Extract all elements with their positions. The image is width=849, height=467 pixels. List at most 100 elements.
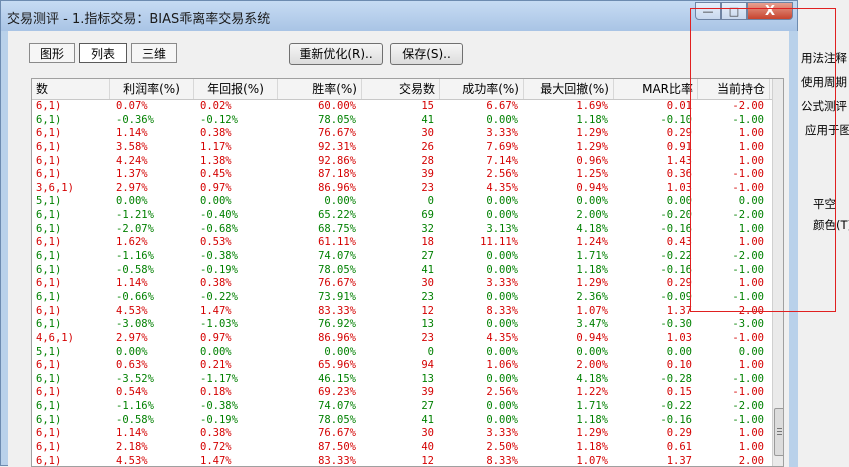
tab-graph[interactable]: 图形 [29, 43, 75, 63]
table-cell: -0.19% [200, 263, 238, 276]
table-cell: 26 [421, 140, 434, 153]
column-header[interactable]: MAR比率 [614, 79, 698, 99]
table-cell: -0.09 [660, 290, 692, 303]
table-row[interactable]: 6,1) 1.37% 0.45% 87.18% 39 2.56% 1.25% 0.36 -1.0… [32, 168, 772, 182]
column-header[interactable]: 胜率(%) [278, 79, 362, 99]
column-header[interactable]: 当前持仓 [698, 79, 770, 99]
table-cell: 76.67% [318, 127, 356, 140]
table-row[interactable]: 6,1) 1.14% 0.38% 76.67% 30 3.33% 1.29% 0.29 1.00 [32, 427, 772, 441]
table-cell: 78.05% [318, 413, 356, 426]
table-cell: 83.33% [318, 454, 356, 467]
table-row[interactable]: 6,1) 0.07% 0.02% 60.00% 15 6.67% 1.69% 0.01 -2.0… [32, 100, 772, 114]
table-row[interactable]: 6,1) 1.14% 0.38% 76.67% 30 3.33% 1.29% 0.29 1.00 [32, 277, 772, 291]
background-menu-item[interactable]: 平空 [813, 193, 849, 215]
table-cell: 0.00% [486, 113, 518, 126]
table-cell: 0.96% [576, 154, 608, 167]
table-cell: 61.11% [318, 236, 356, 249]
table-cell: 4.18% [576, 222, 608, 235]
column-header[interactable]: 年回报(%) [194, 79, 278, 99]
table-cell: 6,1) [36, 386, 62, 399]
table-cell: 6,1) [36, 277, 62, 290]
trade-evaluation-window: 交易测评 - 1.指标交易：BIAS乖离率交易系统 — □ X 图形 列表 三维… [0, 0, 798, 467]
table-body: 6,1) 0.07% 0.02% 60.00% 15 6.67% 1.69% 0.01 -2.0… [32, 100, 772, 467]
table-row[interactable]: 6,1) -1.21% -0.40% 65.22% 69 0.00% 2.00% -0.20 -… [32, 209, 772, 223]
title-bar[interactable]: 交易测评 - 1.指标交易：BIAS乖离率交易系统 — □ X [1, 1, 797, 31]
table-cell: 0.00% [486, 195, 518, 208]
table-cell: 15 [421, 100, 434, 112]
table-row[interactable]: 6,1) -0.36% -0.12% 78.05% 41 0.00% 1.18% -0.10 -… [32, 114, 772, 128]
table-row[interactable]: 6,1) 0.63% 0.21% 65.96% 94 1.06% 2.00% 0.10 1.00 [32, 359, 772, 373]
table-cell: 1.24% [576, 236, 608, 249]
table-row[interactable]: 4,6,1) 2.97% 0.97% 86.96% 23 4.35% 0.94% 1.03 -1… [32, 332, 772, 346]
table-cell: -0.68% [200, 222, 238, 235]
column-header[interactable]: 最大回撤(%) [524, 79, 614, 99]
tab-list[interactable]: 列表 [79, 43, 127, 63]
table-cell: 0.07% [116, 100, 148, 112]
table-cell: 1.18% [576, 263, 608, 276]
table-cell: -1.16% [116, 250, 154, 263]
minimize-button[interactable]: — [695, 2, 721, 20]
table-cell: -1.00 [732, 263, 764, 276]
table-cell: 2.56% [486, 168, 518, 181]
table-cell: 1.18% [576, 413, 608, 426]
table-row[interactable]: 6,1) -3.08% -1.03% 76.92% 13 0.00% 3.47% -0.30 -… [32, 318, 772, 332]
table-cell: 46.15% [318, 372, 356, 385]
vertical-scrollbar[interactable] [772, 79, 783, 466]
table-row[interactable]: 6,1) 4.24% 1.38% 92.86% 28 7.14% 0.96% 1.43 1.00 [32, 155, 772, 169]
table-row[interactable]: 6,1) -0.58% -0.19% 78.05% 41 0.00% 1.18% -0.16 -… [32, 264, 772, 278]
table-row[interactable]: 6,1) 4.53% 1.47% 83.33% 12 8.33% 1.07% 1.37 2.00 [32, 454, 772, 467]
table-cell: -0.40% [200, 209, 238, 222]
table-cell: 76.67% [318, 427, 356, 440]
table-cell: -0.36% [116, 113, 154, 126]
close-button[interactable]: X [747, 2, 793, 20]
table-cell: 3.13% [486, 222, 518, 235]
reoptimize-button[interactable]: 重新优化(R).. [289, 43, 383, 65]
table-row[interactable]: 5,1) 0.00% 0.00% 0.00% 0 0.00% 0.00% 0.00 0.00 [32, 346, 772, 360]
background-menu-item[interactable]: 用法注释 [801, 47, 849, 69]
table-cell: 0.10 [666, 359, 692, 372]
save-button[interactable]: 保存(S).. [390, 43, 463, 65]
table-cell: 0.00% [486, 372, 518, 385]
table-cell: 6,1) [36, 154, 62, 167]
background-menu-item[interactable]: 颜色(T) [813, 214, 849, 236]
column-header[interactable]: 数 [32, 79, 110, 99]
table-row[interactable]: 5,1) 0.00% 0.00% 0.00% 0 0.00% 0.00% 0.00 0.00 [32, 195, 772, 209]
column-header[interactable]: 利润率(%) [110, 79, 194, 99]
table-cell: 0 [427, 195, 434, 208]
maximize-button[interactable]: □ [721, 2, 747, 20]
table-cell: 0.94% [576, 331, 608, 344]
column-header[interactable]: 交易数 [362, 79, 440, 99]
table-row[interactable]: 6,1) -0.66% -0.22% 73.91% 23 0.00% 2.36% -0.09 -… [32, 291, 772, 305]
table-cell: -1.03% [200, 318, 238, 331]
background-menu-item[interactable]: 应用于图 [805, 119, 849, 141]
table-row[interactable]: 6,1) 4.53% 1.47% 83.33% 12 8.33% 1.07% 1.37 2.00 [32, 305, 772, 319]
table-row[interactable]: 6,1) -3.52% -1.17% 46.15% 13 0.00% 4.18% -0.28 -… [32, 373, 772, 387]
table-cell: 27 [421, 400, 434, 413]
table-row[interactable]: 3,6,1) 2.97% 0.97% 86.96% 23 4.35% 0.94% 1.03 -1… [32, 182, 772, 196]
table-cell: 18 [421, 236, 434, 249]
table-cell: 0.00 [666, 195, 692, 208]
table-cell: 0.00% [486, 263, 518, 276]
table-row[interactable]: 6,1) 0.54% 0.18% 69.23% 39 2.56% 1.22% 0.15 -1.0… [32, 386, 772, 400]
table-row[interactable]: 6,1) -1.16% -0.38% 74.07% 27 0.00% 1.71% -0.22 -… [32, 250, 772, 264]
scrollbar-thumb[interactable] [774, 408, 783, 456]
table-row[interactable]: 6,1) 2.18% 0.72% 87.50% 40 2.50% 1.18% 0.61 1.00 [32, 441, 772, 455]
tab-3d[interactable]: 三维 [131, 43, 177, 63]
table-row[interactable]: 6,1) -2.07% -0.68% 68.75% 32 3.13% 4.18% -0.16 1… [32, 223, 772, 237]
table-row[interactable]: 6,1) 1.14% 0.38% 76.67% 30 3.33% 1.29% 0.29 1.00 [32, 127, 772, 141]
table-cell: 2.00% [576, 209, 608, 222]
table-cell: 92.31% [318, 140, 356, 153]
table-cell: 0.02% [200, 100, 232, 112]
table-row[interactable]: 6,1) 1.62% 0.53% 61.11% 18 11.11% 1.24% 0.43 1.0… [32, 236, 772, 250]
table-row[interactable]: 6,1) -1.16% -0.38% 74.07% 27 0.00% 1.71% -0.22 -… [32, 400, 772, 414]
table-row[interactable]: 6,1) -0.58% -0.19% 78.05% 41 0.00% 1.18% -0.16 -… [32, 414, 772, 428]
background-menu-item[interactable]: 使用周期 [801, 71, 849, 93]
table-cell: 2.00 [738, 454, 764, 467]
column-header[interactable]: 成功率(%) [440, 79, 524, 99]
table-cell: -1.00 [732, 168, 764, 181]
table-row[interactable]: 6,1) 3.58% 1.17% 92.31% 26 7.69% 1.29% 0.91 1.00 [32, 141, 772, 155]
table-cell: 39 [421, 168, 434, 181]
background-menu-item[interactable]: 公式测评 [801, 95, 849, 117]
table-cell: 6,1) [36, 250, 62, 263]
table-cell: 41 [421, 263, 434, 276]
